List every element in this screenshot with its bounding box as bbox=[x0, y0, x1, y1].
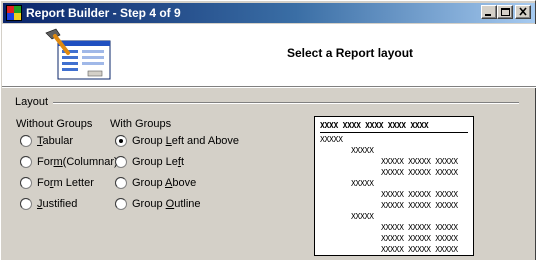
radio-group-left-and-above-label: Group Left and Above bbox=[132, 135, 239, 147]
mnemonic-o: O bbox=[165, 198, 175, 210]
radio-selected-icon bbox=[115, 135, 127, 147]
app-icon bbox=[6, 5, 22, 21]
radio-circle-icon bbox=[20, 177, 32, 189]
label-rest: abular bbox=[42, 135, 74, 147]
preview-group-level2: XXXXX bbox=[351, 212, 374, 221]
preview-detail-row: XXXXX XXXXX XXXXX bbox=[381, 190, 458, 199]
layout-group-line-highlight bbox=[53, 103, 519, 104]
maximize-icon bbox=[501, 8, 510, 16]
minimize-button[interactable] bbox=[481, 5, 497, 19]
label-rest: bove bbox=[172, 177, 197, 189]
label-rest: (Columnar) bbox=[62, 156, 118, 168]
layout-group-label: Layout bbox=[15, 96, 49, 108]
window-title: Report Builder - Step 4 of 9 bbox=[26, 6, 181, 20]
label-rest: eft and Above bbox=[171, 135, 240, 147]
label-rest: utline bbox=[174, 198, 201, 210]
minimize-icon bbox=[485, 14, 491, 16]
radio-justified-label: Justified bbox=[37, 198, 77, 210]
preview-header-underline bbox=[320, 132, 468, 133]
preview-group-level2: XXXXX bbox=[351, 179, 374, 188]
title-bar[interactable]: Report Builder - Step 4 of 9 bbox=[3, 3, 535, 23]
report-wizard-icon bbox=[45, 28, 111, 80]
radio-tabular-label: Tabular bbox=[37, 135, 73, 147]
radio-circle-icon bbox=[20, 135, 32, 147]
close-button[interactable] bbox=[515, 5, 531, 19]
step-title: Select a Report layout bbox=[287, 46, 414, 60]
radio-circle-icon bbox=[115, 177, 127, 189]
layout-preview: XXXX XXXX XXXX XXXX XXXX XXXXX XXXXX XXX… bbox=[314, 116, 474, 256]
radio-circle-icon bbox=[115, 156, 127, 168]
label-pre: Group bbox=[132, 177, 166, 189]
preview-detail-row: XXXXX XXXXX XXXXX bbox=[381, 223, 458, 232]
radio-group-outline-label: Group Outline bbox=[132, 198, 201, 210]
preview-detail-row: XXXXX XXXXX XXXXX bbox=[381, 168, 458, 177]
preview-group-level1: XXXXX bbox=[320, 135, 343, 144]
label-pre: For bbox=[37, 156, 54, 168]
preview-group-level2: XXXXX bbox=[351, 146, 374, 155]
header-divider-highlight bbox=[2, 87, 536, 88]
label-rest: t bbox=[180, 156, 184, 168]
close-icon bbox=[519, 7, 527, 16]
report-builder-window: Report Builder - Step 4 of 9 Select a Re… bbox=[0, 0, 536, 260]
label-pre: Fo bbox=[37, 177, 50, 189]
label-rest: m Letter bbox=[53, 177, 94, 189]
label-pre: Group bbox=[132, 198, 166, 210]
radio-group-left-label: Group Left bbox=[132, 156, 184, 168]
radio-circle-icon bbox=[20, 156, 32, 168]
preview-header-row: XXXX XXXX XXXX XXXX XXXX bbox=[320, 121, 429, 130]
with-groups-heading: With Groups bbox=[110, 118, 172, 130]
radio-form-columnar-label: Form(Columnar) bbox=[37, 156, 118, 168]
radio-form-letter-label: Form Letter bbox=[37, 177, 94, 189]
maximize-button[interactable] bbox=[497, 5, 513, 19]
radio-group-above-label: Group Above bbox=[132, 177, 196, 189]
preview-detail-row: XXXXX XXXXX XXXXX bbox=[381, 157, 458, 166]
label-rest: ustified bbox=[42, 198, 78, 210]
wizard-header: Select a Report layout bbox=[2, 24, 536, 86]
label-pre: Group bbox=[132, 135, 166, 147]
preview-detail-row: XXXXX XXXXX XXXXX bbox=[381, 245, 458, 254]
label-pre: Group Le bbox=[132, 156, 178, 168]
mnemonic-m: m bbox=[53, 156, 63, 168]
radio-circle-icon bbox=[20, 198, 32, 210]
preview-detail-row: XXXXX XXXXX XXXXX bbox=[381, 201, 458, 210]
preview-detail-row: XXXXX XXXXX XXXXX bbox=[381, 234, 458, 243]
radio-circle-icon bbox=[115, 198, 127, 210]
without-groups-heading: Without Groups bbox=[16, 118, 93, 130]
